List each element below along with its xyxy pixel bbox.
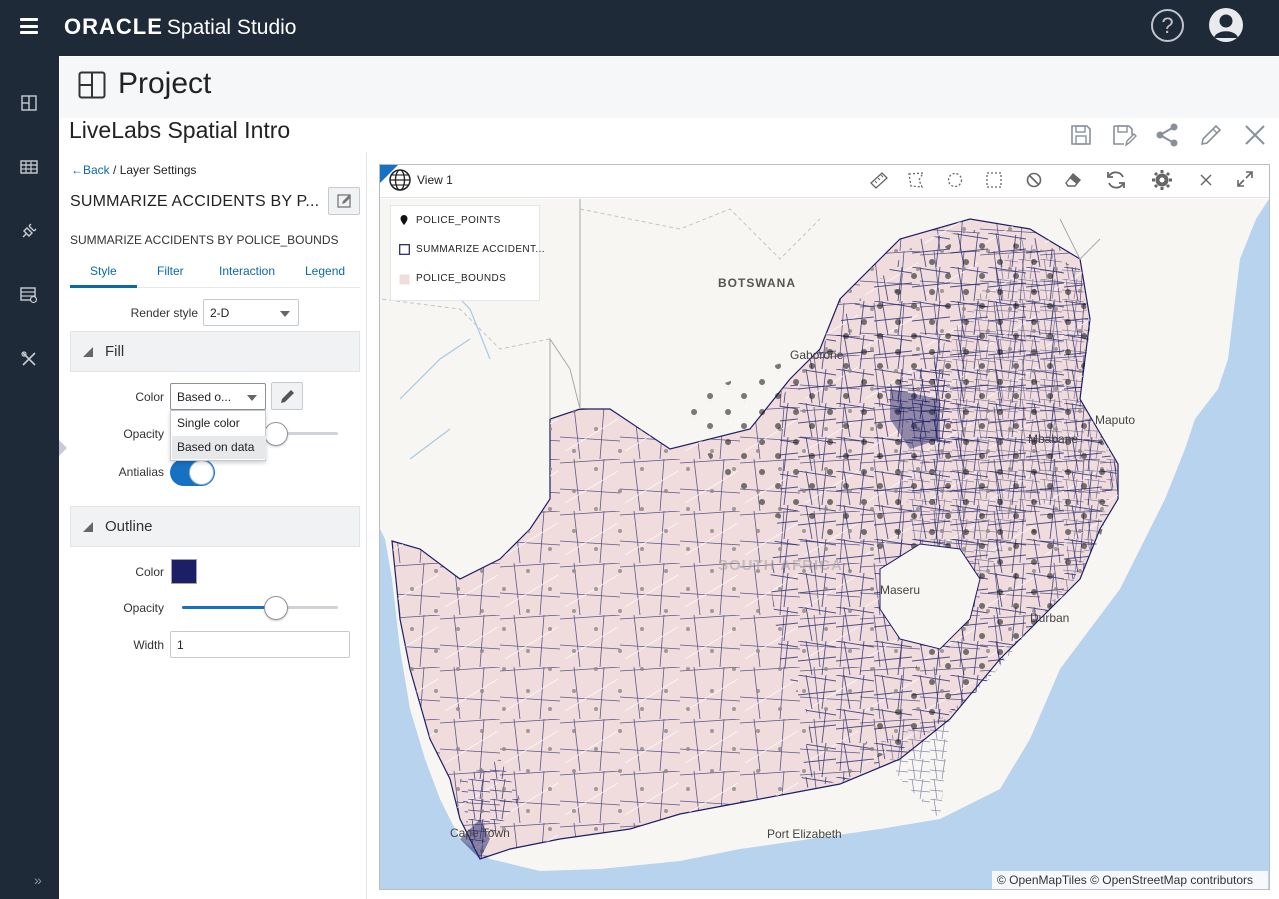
edit-layer-icon <box>337 194 351 208</box>
square-fill-icon <box>399 274 410 285</box>
map-label-cape-town: Cape Town <box>450 826 510 840</box>
table-icon[interactable] <box>20 158 38 176</box>
outline-width-input[interactable]: 1 <box>170 631 350 658</box>
map-label-maputo: Maputo <box>1095 413 1136 427</box>
back-link-label[interactable]: Back <box>83 163 110 177</box>
render-style-select[interactable]: 2-D <box>203 299 299 326</box>
map-label-gaborone: Gaborone <box>790 348 844 362</box>
project-layout-icon <box>78 71 106 99</box>
chevron-down-icon <box>247 395 257 401</box>
polygon-select-icon[interactable] <box>906 171 926 189</box>
map-legend: POLICE_POINTS SUMMARIZE ACCIDENT... POLI… <box>390 205 545 301</box>
layer-title: SUMMARIZE ACCIDENTS BY P... <box>70 193 320 210</box>
project-name: LiveLabs Spatial Intro <box>69 117 291 143</box>
globe-icon <box>389 169 411 191</box>
fill-color-value: Based o... <box>177 390 232 404</box>
top-navigation-bar: ORACLE Spatial Studio ? <box>0 0 1279 56</box>
map-label-maseru: Maseru <box>880 583 921 597</box>
close-view-icon[interactable] <box>1198 172 1214 188</box>
plug-connection-icon[interactable] <box>20 222 38 240</box>
tab-legend[interactable]: Legend <box>305 264 345 278</box>
outline-color-swatch[interactable] <box>171 559 197 584</box>
collapse-sidebar-icon[interactable]: » <box>34 872 42 888</box>
clear-selection-icon[interactable] <box>1024 171 1044 189</box>
map-canvas[interactable] <box>380 199 1269 889</box>
dashboard-icon[interactable] <box>20 94 38 112</box>
marker-icon <box>400 215 408 225</box>
brand-oracle-text: ORACLE <box>64 14 163 39</box>
outline-width-label: Width <box>133 638 164 652</box>
option-single-color[interactable]: Single color <box>172 412 266 435</box>
breadcrumb-current: / Layer Settings <box>113 163 197 177</box>
outline-opacity-slider-fill <box>182 606 276 609</box>
legend-label-police-points: POLICE_POINTS <box>416 215 501 226</box>
fill-section-title: Fill <box>105 343 125 360</box>
square-outline-icon <box>399 244 410 255</box>
outline-section-header[interactable]: Outline <box>70 506 360 547</box>
side-navigation <box>0 56 59 899</box>
outline-opacity-label: Opacity <box>123 601 164 615</box>
edit-icon[interactable] <box>1198 122 1224 148</box>
rename-layer-button[interactable] <box>328 187 360 215</box>
option-based-on-data[interactable]: Based on data <box>172 436 266 459</box>
tab-interaction[interactable]: Interaction <box>219 264 275 278</box>
map-label-durban: Durban <box>1030 611 1070 625</box>
map-label-botswana: BOTSWANA <box>718 276 796 290</box>
outline-color-label: Color <box>135 565 164 579</box>
fill-opacity-slider-handle[interactable] <box>264 422 288 446</box>
legend-label-summarize-accidents: SUMMARIZE ACCIDENT... <box>416 244 545 255</box>
map-label-port-elizabeth: Port Elizabeth <box>767 827 842 841</box>
share-icon[interactable] <box>1154 122 1180 148</box>
map-attribution: © OpenMapTiles © OpenStreetMap contribut… <box>992 871 1268 889</box>
fill-color-label: Color <box>135 390 164 404</box>
circle-select-icon[interactable] <box>945 171 965 189</box>
close-icon[interactable] <box>1242 122 1268 148</box>
render-style-label: Render style <box>130 306 198 320</box>
dataset-icon[interactable] <box>20 286 38 304</box>
measure-ruler-icon[interactable] <box>869 171 889 189</box>
save-icon[interactable] <box>1068 122 1094 148</box>
outline-opacity-slider-handle[interactable] <box>264 596 288 620</box>
refresh-icon[interactable] <box>1105 170 1127 190</box>
legend-label-police-bounds: POLICE_BOUNDS <box>416 273 507 284</box>
antialias-label: Antialias <box>118 465 164 479</box>
tab-filter[interactable]: Filter <box>157 264 184 278</box>
rectangle-select-icon[interactable] <box>984 171 1004 189</box>
brand-product-text: Spatial Studio <box>166 16 297 39</box>
project-header <box>60 57 1279 118</box>
collapse-triangle-icon <box>83 522 93 532</box>
layer-subtitle: SUMMARIZE ACCIDENTS BY POLICE_BOUNDS <box>70 233 339 247</box>
edit-color-rule-button[interactable] <box>271 382 303 410</box>
collapse-triangle-icon <box>83 347 93 357</box>
settings-gear-icon[interactable] <box>1151 169 1173 191</box>
view-title: View 1 <box>417 173 453 187</box>
save-as-icon[interactable] <box>1111 122 1137 148</box>
tab-style[interactable]: Style <box>90 264 117 278</box>
color-mode-dropdown: Single color Based on data <box>170 410 266 461</box>
app-brand-logo: ORACLE Spatial Studio <box>64 14 296 41</box>
breadcrumb: ←Back / Layer Settings <box>71 163 196 177</box>
tools-icon[interactable] <box>20 350 38 368</box>
hamburger-menu-icon[interactable] <box>20 18 38 34</box>
page-title: Project <box>118 67 212 100</box>
back-link[interactable]: ←Back <box>71 163 110 177</box>
render-style-value: 2-D <box>210 306 230 320</box>
eraser-icon[interactable] <box>1063 171 1083 189</box>
map-view-toolbar <box>380 165 1269 198</box>
user-avatar-icon[interactable] <box>1209 8 1243 42</box>
outline-section-title: Outline <box>105 518 153 535</box>
map-label-country: SOUTH AFRICA <box>718 557 843 574</box>
help-icon[interactable]: ? <box>1151 9 1184 42</box>
fill-section-header[interactable]: Fill <box>70 331 360 372</box>
expand-icon[interactable] <box>1236 170 1254 188</box>
pencil-icon <box>281 390 294 403</box>
map-label-mbabane: Mbabane <box>1028 432 1079 446</box>
toggle-knob <box>189 460 214 485</box>
panel-toggle-arrow-icon[interactable] <box>59 440 67 456</box>
antialias-toggle[interactable] <box>170 459 215 486</box>
chevron-down-icon <box>280 311 290 317</box>
fill-opacity-label: Opacity <box>123 427 164 441</box>
active-tab-indicator <box>70 285 137 288</box>
fill-color-select[interactable]: Based o... <box>170 383 266 410</box>
